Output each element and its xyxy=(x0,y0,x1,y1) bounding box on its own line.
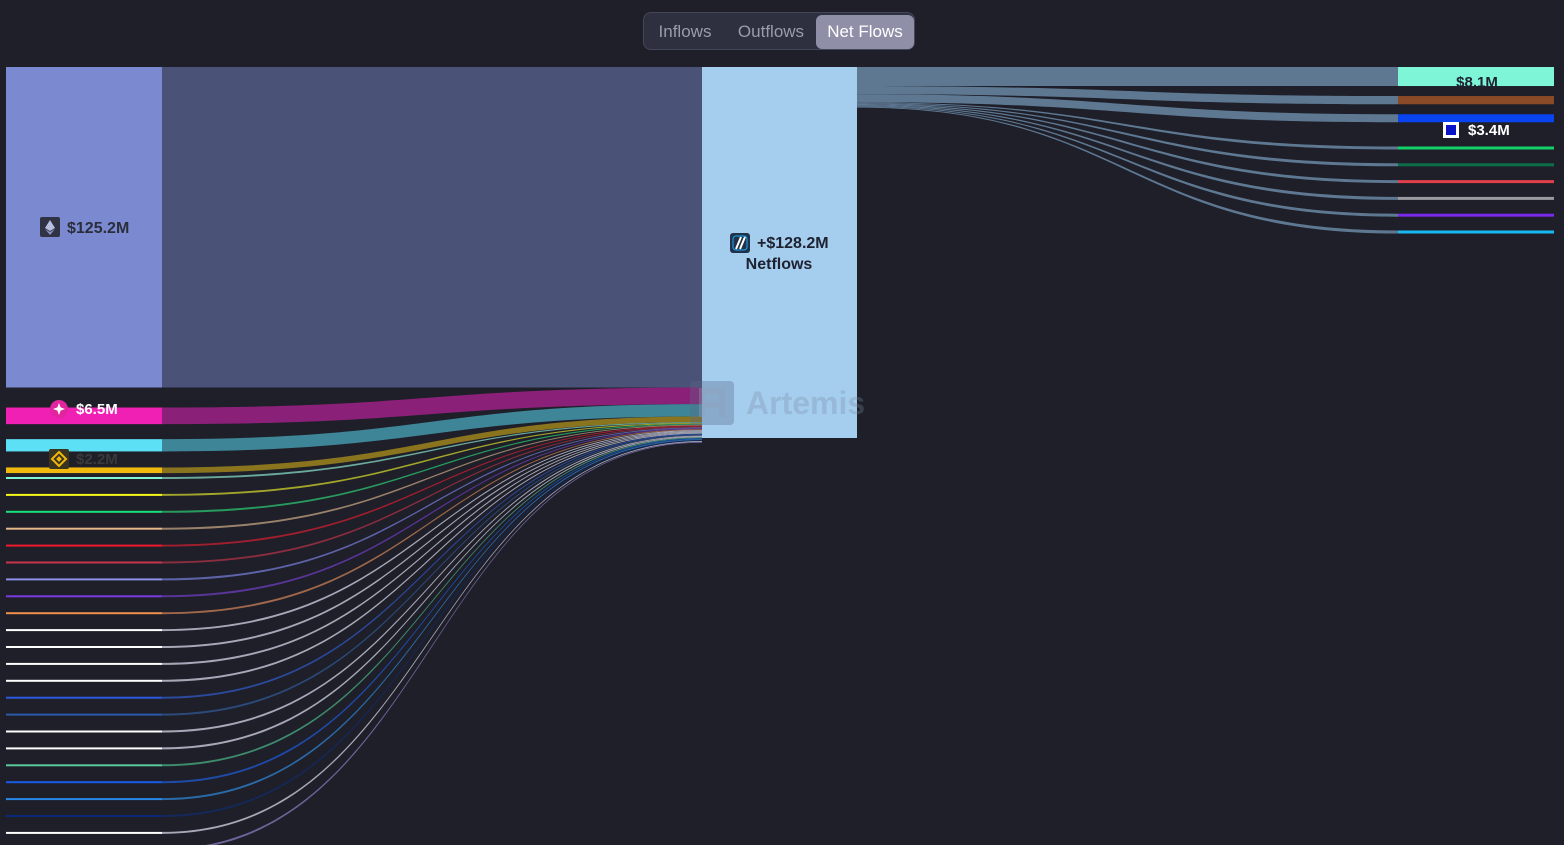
inflow-link-14 xyxy=(162,431,702,648)
source-node-12 xyxy=(6,612,162,615)
center-value: +$128.2M xyxy=(757,235,829,252)
sankey-chart: Artemis $125.2M $6.5M $2.2M +$128.2M Netflows… xyxy=(6,67,1554,845)
bnb-icon xyxy=(49,449,69,469)
inflow-link-12 xyxy=(162,429,702,615)
source-node-5 xyxy=(6,493,162,496)
center-sublabel: Netflows xyxy=(746,256,813,273)
source-node-4 xyxy=(6,477,162,479)
source-node-15 xyxy=(6,662,162,665)
target-label-0: $8.1M xyxy=(1456,74,1498,91)
source-node-23 xyxy=(6,798,162,801)
source-node-14 xyxy=(6,646,162,648)
source-label-1: $6.5M xyxy=(76,401,118,418)
source-node-24 xyxy=(6,815,162,817)
ethereum-icon xyxy=(40,217,60,237)
outflow-link-0 xyxy=(857,67,1398,87)
source-node-17 xyxy=(6,696,162,699)
inflow-link-25 xyxy=(162,440,702,834)
target-node-3 xyxy=(1398,146,1554,150)
artemis-logo-icon xyxy=(690,381,734,425)
inflow-link-22 xyxy=(162,438,702,784)
outflow-link-4 xyxy=(857,103,1398,167)
target-node-1 xyxy=(1398,96,1554,105)
inflow-link-17 xyxy=(162,433,702,699)
source-label-3: $2.2M xyxy=(76,451,118,468)
source-node-18 xyxy=(6,713,162,716)
source-node-16 xyxy=(6,679,162,682)
source-node-20 xyxy=(6,747,162,750)
source-node-7 xyxy=(6,527,162,530)
square-icon xyxy=(1443,122,1459,138)
inflow-link-24 xyxy=(162,440,702,817)
source-node-2 xyxy=(6,439,162,452)
source-node-10 xyxy=(6,578,162,581)
source-node-6 xyxy=(6,510,162,513)
source-node-25 xyxy=(6,831,162,834)
target-label-2: $3.4M xyxy=(1468,122,1510,139)
target-node-4 xyxy=(1398,163,1554,167)
source-node-21 xyxy=(6,764,162,767)
target-node-7 xyxy=(1398,213,1554,217)
spark-icon xyxy=(50,400,68,418)
inflow-link-20 xyxy=(162,436,702,750)
target-node-5 xyxy=(1398,180,1554,184)
target-node-8 xyxy=(1398,230,1554,234)
source-node-19 xyxy=(6,730,162,733)
source-node-11 xyxy=(6,595,162,598)
source-node-9 xyxy=(6,561,162,564)
arbitrum-icon xyxy=(730,233,750,253)
source-node-8 xyxy=(6,544,162,547)
watermark: Artemis xyxy=(746,385,865,421)
source-node-13 xyxy=(6,629,162,632)
source-node-3 xyxy=(6,467,162,474)
inflow-link-0 xyxy=(162,67,702,388)
inflow-link-21 xyxy=(162,437,702,767)
source-node-22 xyxy=(6,781,162,784)
inflow-link-26 xyxy=(204,441,702,845)
target-node-6 xyxy=(1398,196,1554,200)
source-label-0: $125.2M xyxy=(67,220,129,237)
